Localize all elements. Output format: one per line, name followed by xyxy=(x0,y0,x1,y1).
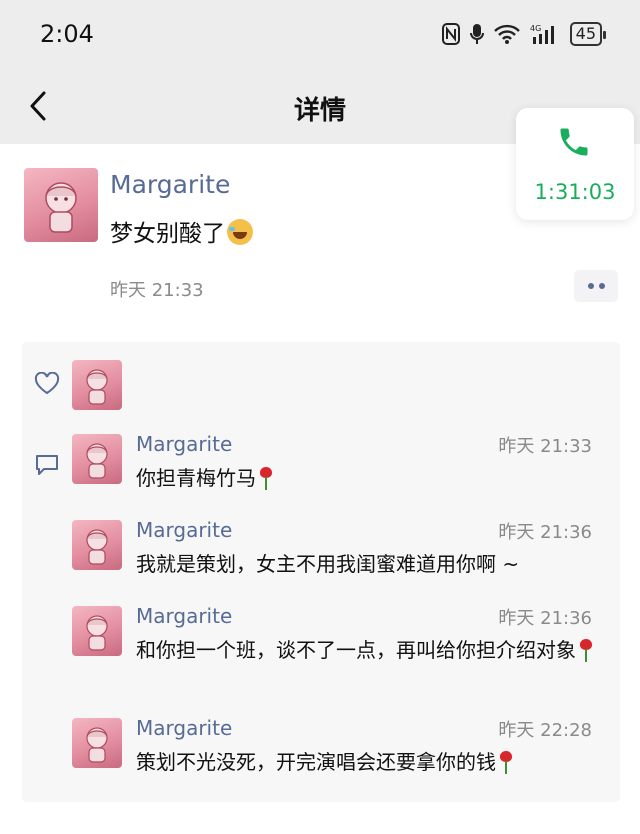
floating-call-window[interactable]: 1:31:03 xyxy=(516,108,634,220)
comment-author[interactable]: Margarite xyxy=(136,604,232,628)
battery-indicator: 45 xyxy=(569,22,607,46)
microphone-icon xyxy=(469,24,484,44)
comment-text-content: 策划不光没死，开完演唱会还要拿你的钱 xyxy=(136,750,496,774)
comment-text: 你担青梅竹马 xyxy=(136,462,606,494)
post-text: 梦女别酸了 xyxy=(110,221,225,247)
svg-text:4G: 4G xyxy=(530,24,541,33)
comment-text: 策划不光没死，开完演唱会还要拿你的钱 xyxy=(136,746,606,778)
comment-text-content: 我就是策划，女主不用我闺蜜难道用你啊 ~ xyxy=(136,552,520,576)
avatar[interactable] xyxy=(72,606,122,656)
avatar[interactable] xyxy=(72,360,122,410)
comment-time: 昨天 21:36 xyxy=(498,608,592,629)
rose-icon xyxy=(258,465,274,491)
comment-author[interactable]: Margarite xyxy=(136,518,232,542)
status-bar: 2:04 4G 45 xyxy=(0,0,640,70)
avatar[interactable] xyxy=(72,718,122,768)
dot-icon xyxy=(598,283,605,289)
call-duration: 1:31:03 xyxy=(534,180,616,204)
comment-time: 昨天 21:36 xyxy=(498,522,592,543)
interaction-panel: Margarite 昨天 21:33 你担青梅竹马 Margarite 昨天 2… xyxy=(22,342,620,802)
signal-icon: 4G xyxy=(530,24,554,44)
comment-author[interactable]: Margarite xyxy=(136,432,232,456)
post-author-name[interactable]: Margarite xyxy=(110,170,230,199)
comment-text: 我就是策划，女主不用我闺蜜难道用你啊 ~ xyxy=(136,548,606,580)
comment-text-content: 和你担一个班，谈不了一点，再叫给你担介绍对象 xyxy=(136,638,576,662)
comment-text-content: 你担青梅竹马 xyxy=(136,466,256,490)
comment-text: 和你担一个班，谈不了一点，再叫给你担介绍对象 xyxy=(136,634,606,666)
rose-icon xyxy=(578,637,594,663)
avatar[interactable] xyxy=(72,434,122,484)
wifi-icon xyxy=(493,24,520,44)
comment-time: 昨天 21:33 xyxy=(498,436,592,457)
status-icons: 4G 45 xyxy=(441,20,607,48)
post-date: 昨天 21:33 xyxy=(110,280,204,301)
status-time: 2:04 xyxy=(40,20,94,48)
avatar[interactable] xyxy=(24,168,98,242)
dot-icon xyxy=(587,283,594,289)
phone-icon xyxy=(560,128,588,156)
comment-time: 昨天 22:28 xyxy=(498,720,592,741)
rose-icon xyxy=(498,749,514,775)
nfc-icon xyxy=(441,23,460,45)
comment-author[interactable]: Margarite xyxy=(136,716,232,740)
post-content: 梦女别酸了 xyxy=(110,214,253,248)
comment-icon xyxy=(36,455,58,475)
heart-icon xyxy=(34,372,60,395)
avatar[interactable] xyxy=(72,520,122,570)
laughing-emoji-icon xyxy=(227,219,253,245)
more-options-button[interactable] xyxy=(574,270,618,302)
